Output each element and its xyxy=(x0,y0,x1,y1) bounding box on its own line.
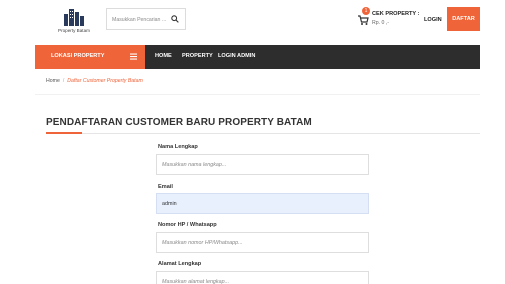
search-input[interactable] xyxy=(112,14,170,25)
alamat-lengkap-input[interactable] xyxy=(156,271,369,284)
page-title: PENDAFTARAN CUSTOMER BARU PROPERTY BATAM xyxy=(46,117,312,128)
cek-property-label[interactable]: CEK PROPERTY : xyxy=(372,11,419,17)
nav-home[interactable]: HOME xyxy=(155,53,172,59)
title-divider xyxy=(46,133,480,134)
cart-icon[interactable] xyxy=(357,14,369,26)
breadcrumb-home[interactable]: Home xyxy=(46,78,60,84)
daftar-button[interactable]: DAFTAR xyxy=(447,7,480,31)
logo-text: Property Batam xyxy=(58,28,90,33)
top-header: Property Batam 1 CEK PROPERTY : Rp. 0 ,-… xyxy=(0,0,505,42)
main-nav: LOKASI PROPERTY HOME PROPERTY LOGIN ADMI… xyxy=(35,45,480,69)
nav-property[interactable]: PROPERTY xyxy=(182,53,213,59)
breadcrumb-separator: / xyxy=(62,78,65,84)
login-link[interactable]: LOGIN xyxy=(424,17,442,23)
nama-lengkap-label: Nama Lengkap xyxy=(158,144,198,150)
alamat-lengkap-label: Alamat Lengkap xyxy=(158,261,202,267)
search-icon[interactable] xyxy=(171,15,179,23)
search-box xyxy=(106,8,186,30)
lokasi-property-menu[interactable]: LOKASI PROPERTY xyxy=(35,45,145,69)
nama-lengkap-input[interactable] xyxy=(156,154,369,175)
breadcrumb-current: Daftar Customer Property Batam xyxy=(67,78,143,84)
nomor-hp-label: Nomor HP / Whatsapp xyxy=(158,222,217,228)
building-logo-icon xyxy=(64,9,84,26)
email-label: Email xyxy=(158,184,173,190)
cart-count-badge: 1 xyxy=(362,7,370,15)
site-logo[interactable]: Property Batam xyxy=(56,6,92,36)
title-accent-bar xyxy=(46,132,82,134)
breadcrumb: Home / Daftar Customer Property Batam xyxy=(46,78,143,84)
email-input[interactable] xyxy=(156,193,369,214)
breadcrumb-divider xyxy=(35,94,480,95)
menu-icon xyxy=(130,53,137,60)
nav-login-admin[interactable]: LOGIN ADMIN xyxy=(218,53,255,59)
nomor-hp-input[interactable] xyxy=(156,232,369,253)
lokasi-property-label: LOKASI PROPERTY xyxy=(51,53,105,59)
cek-property-value: Rp. 0 ,- xyxy=(372,20,390,26)
